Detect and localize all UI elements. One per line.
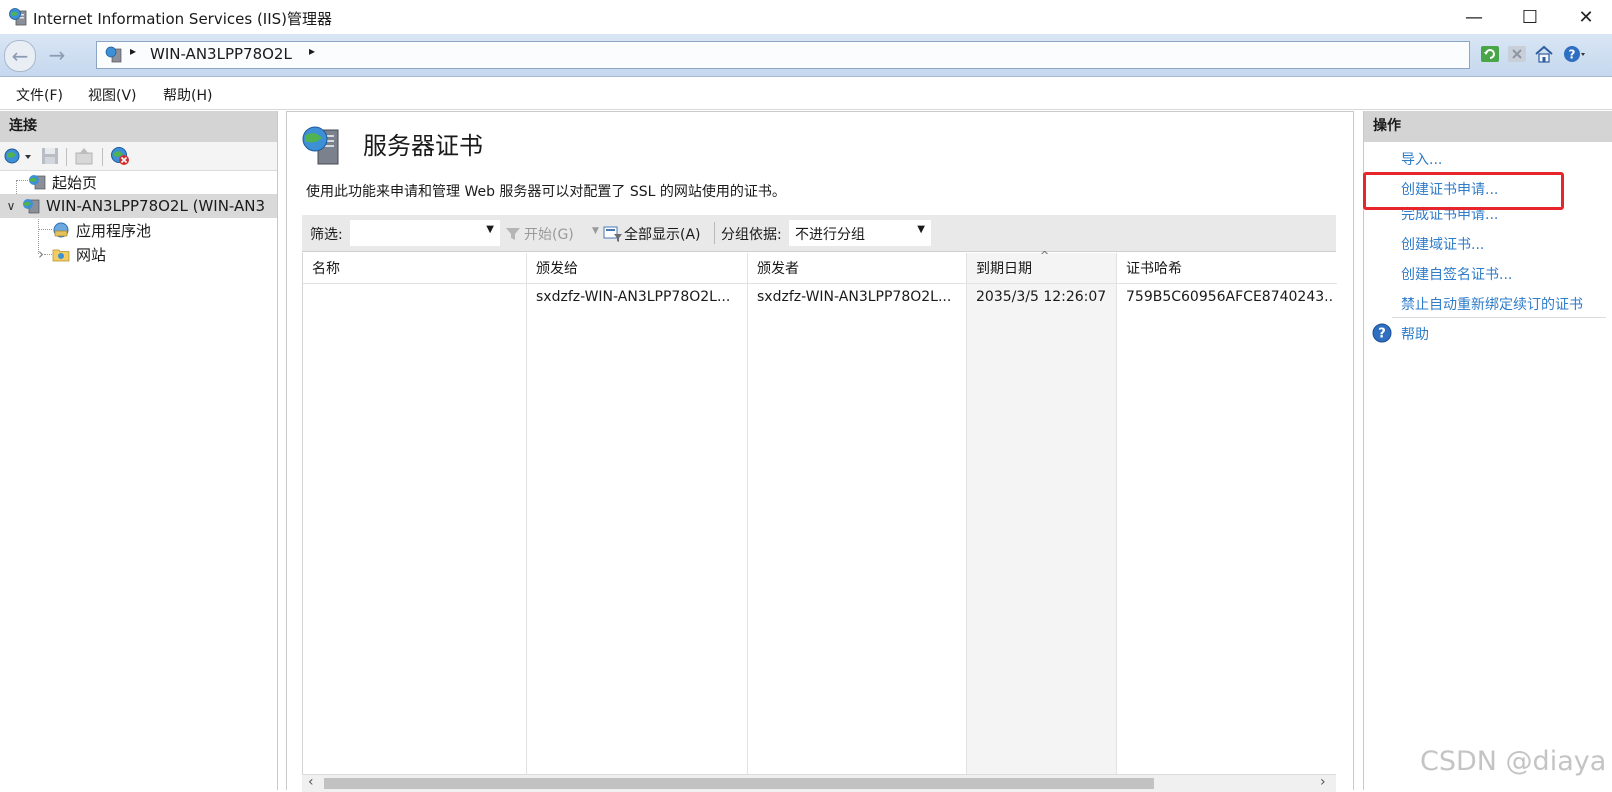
- action-import[interactable]: 导入...: [1401, 149, 1442, 169]
- column-issued-to: 颁发给 sxdzfz-WIN-AN3LPP78O2L...: [527, 253, 748, 791]
- action-create-self-signed-certificate[interactable]: 创建自签名证书...: [1401, 264, 1512, 284]
- chevron-right-icon[interactable]: ›: [30, 245, 52, 263]
- table-cell[interactable]: sxdzfz-WIN-AN3LPP78O2L...: [536, 289, 741, 305]
- toolbar-separator: [66, 148, 67, 166]
- column-name: 名称: [303, 253, 527, 791]
- funnel-icon: [506, 228, 520, 240]
- tree-item-app-pools[interactable]: 应用程序池: [52, 218, 272, 242]
- table-cell[interactable]: sxdzfz-WIN-AN3LPP78O2L...: [757, 289, 962, 305]
- breadcrumb-trailing-arrow[interactable]: ▸: [309, 44, 315, 58]
- start-button[interactable]: 开始(G): [524, 224, 574, 244]
- server-icon: [23, 199, 40, 214]
- save-icon[interactable]: [40, 146, 60, 166]
- horizontal-scrollbar[interactable]: ‹ ›: [302, 774, 1336, 792]
- stop-icon[interactable]: [1506, 43, 1528, 65]
- filter-label: 筛选:: [310, 227, 343, 243]
- title-bar: Internet Information Services (IIS)管理器 —…: [0, 0, 1612, 34]
- help-icon: ?: [1372, 323, 1392, 343]
- connections-toolbar: [0, 142, 277, 171]
- tree-connector: [16, 180, 28, 182]
- refresh-icon[interactable]: [1479, 43, 1501, 65]
- certificates-table: 名称 颁发给 sxdzfz-WIN-AN3LPP78O2L... 颁发者 sxd…: [302, 249, 1337, 791]
- sort-indicator-icon: ^: [1040, 249, 1050, 262]
- home-icon[interactable]: [1533, 43, 1555, 65]
- filter-bar: 筛选: ▼ 开始(G) ▼ 全部显示(A) 分组依据: 不进行分组 ▼: [302, 215, 1336, 252]
- column-header[interactable]: 到期日期: [976, 258, 1032, 278]
- column-certificate-hash: 证书哈希 759B5C60956AFCE8740243...: [1117, 253, 1337, 791]
- page-title: 服务器证书: [363, 132, 483, 160]
- connect-icon[interactable]: [3, 146, 33, 166]
- table-cell[interactable]: 759B5C60956AFCE8740243...: [1126, 289, 1334, 305]
- highlight-box: [1363, 172, 1564, 210]
- tree-item-sites[interactable]: › 网站: [30, 242, 270, 266]
- page-description: 使用此功能来申请和管理 Web 服务器可以对配置了 SSL 的网站使用的证书。: [306, 184, 786, 200]
- toolbar-separator: [102, 148, 103, 166]
- main-panel: 服务器证书 使用此功能来申请和管理 Web 服务器可以对配置了 SSL 的网站使…: [286, 111, 1354, 792]
- app-pool-icon: [53, 222, 69, 238]
- delete-connection-icon[interactable]: [109, 145, 131, 167]
- column-expiration-date: 到期日期 ^ 2035/3/5 12:26:07: [967, 249, 1117, 791]
- tree-item-label: 网站: [76, 245, 107, 264]
- show-all-button[interactable]: 全部显示(A): [624, 224, 701, 244]
- tree-item-start-page[interactable]: 起始页: [28, 170, 273, 194]
- forward-button[interactable]: →: [42, 40, 72, 70]
- header-divider: [303, 283, 1337, 284]
- group-by-label: 分组依据:: [721, 227, 782, 243]
- filter-input[interactable]: ▼: [350, 220, 500, 246]
- server-certificates-icon: [302, 126, 339, 165]
- menu-bar: 文件(F) 视图(V) 帮助(H): [0, 77, 1612, 110]
- address-field[interactable]: ▸ WIN-AN3LPP78O2L ▸: [96, 41, 1470, 69]
- menu-help[interactable]: 帮助(H): [163, 85, 212, 105]
- show-all-icon: [603, 226, 622, 242]
- column-header[interactable]: 名称: [312, 258, 340, 278]
- menu-file[interactable]: 文件(F): [16, 85, 63, 105]
- menu-view[interactable]: 视图(V): [88, 85, 137, 105]
- up-level-icon[interactable]: [74, 146, 94, 166]
- scroll-left-icon[interactable]: ‹: [308, 774, 314, 790]
- help-dropdown-icon[interactable]: ?: [1563, 43, 1585, 65]
- minimize-button[interactable]: —: [1446, 0, 1502, 34]
- address-bar: ← → ▸ WIN-AN3LPP78O2L ▸ ?: [0, 34, 1612, 77]
- sites-folder-icon: [52, 249, 70, 262]
- breadcrumb-separator: ▸: [130, 44, 137, 58]
- group-by-select[interactable]: 不进行分组 ▼: [789, 220, 931, 246]
- maximize-button[interactable]: ☐: [1502, 0, 1558, 34]
- table-cell[interactable]: 2035/3/5 12:26:07: [976, 289, 1116, 305]
- tree-item-label: WIN-AN3LPP78O2L (WIN-AN3: [46, 197, 266, 215]
- tree-connector: [38, 229, 52, 231]
- back-button[interactable]: ←: [4, 40, 36, 72]
- column-header[interactable]: 证书哈希: [1126, 258, 1182, 278]
- svg-text:?: ?: [1378, 327, 1386, 342]
- breadcrumb-server[interactable]: WIN-AN3LPP78O2L: [150, 45, 292, 63]
- toolbar-separator: [714, 222, 715, 244]
- svg-text:?: ?: [1569, 48, 1576, 62]
- start-page-icon: [29, 175, 46, 190]
- tree-item-server[interactable]: ∨ WIN-AN3LPP78O2L (WIN-AN3: [0, 194, 277, 218]
- action-help[interactable]: 帮助: [1401, 324, 1429, 344]
- action-create-domain-certificate[interactable]: 创建域证书...: [1401, 234, 1484, 254]
- server-icon: [105, 46, 122, 63]
- scrollbar-thumb[interactable]: [324, 778, 1154, 789]
- chevron-down-icon: ▼: [917, 224, 925, 235]
- chevron-down-icon: ▼: [486, 224, 494, 235]
- iis-app-icon: [9, 8, 27, 26]
- tree-item-label: 应用程序池: [76, 221, 152, 240]
- column-header[interactable]: 颁发者: [757, 258, 799, 278]
- action-disable-auto-rebind[interactable]: 禁止自动重新绑定续订的证书: [1401, 294, 1583, 314]
- column-issued-by: 颁发者 sxdzfz-WIN-AN3LPP78O2L...: [748, 253, 967, 791]
- watermark: CSDN @diaya: [1420, 746, 1607, 777]
- actions-panel: 操作 导入... 创建证书申请... 完成证书申请... 创建域证书... 创建…: [1363, 111, 1612, 790]
- connections-panel: 连接 起始页 ∨ WIN-AN3LPP78O2L (WIN-AN3 应用程序池 …: [0, 111, 278, 790]
- chevron-down-icon[interactable]: ▼: [592, 226, 599, 236]
- close-button[interactable]: ✕: [1558, 0, 1612, 34]
- actions-header: 操作: [1364, 111, 1612, 142]
- connections-header: 连接: [0, 111, 277, 142]
- chevron-down-icon[interactable]: ∨: [0, 199, 22, 213]
- column-header[interactable]: 颁发给: [536, 258, 578, 278]
- actions-divider: [1392, 317, 1606, 318]
- tree-item-label: 起始页: [52, 173, 98, 192]
- group-by-value: 不进行分组: [795, 227, 865, 243]
- scroll-right-icon[interactable]: ›: [1320, 774, 1326, 790]
- window-title: Internet Information Services (IIS)管理器: [33, 10, 333, 28]
